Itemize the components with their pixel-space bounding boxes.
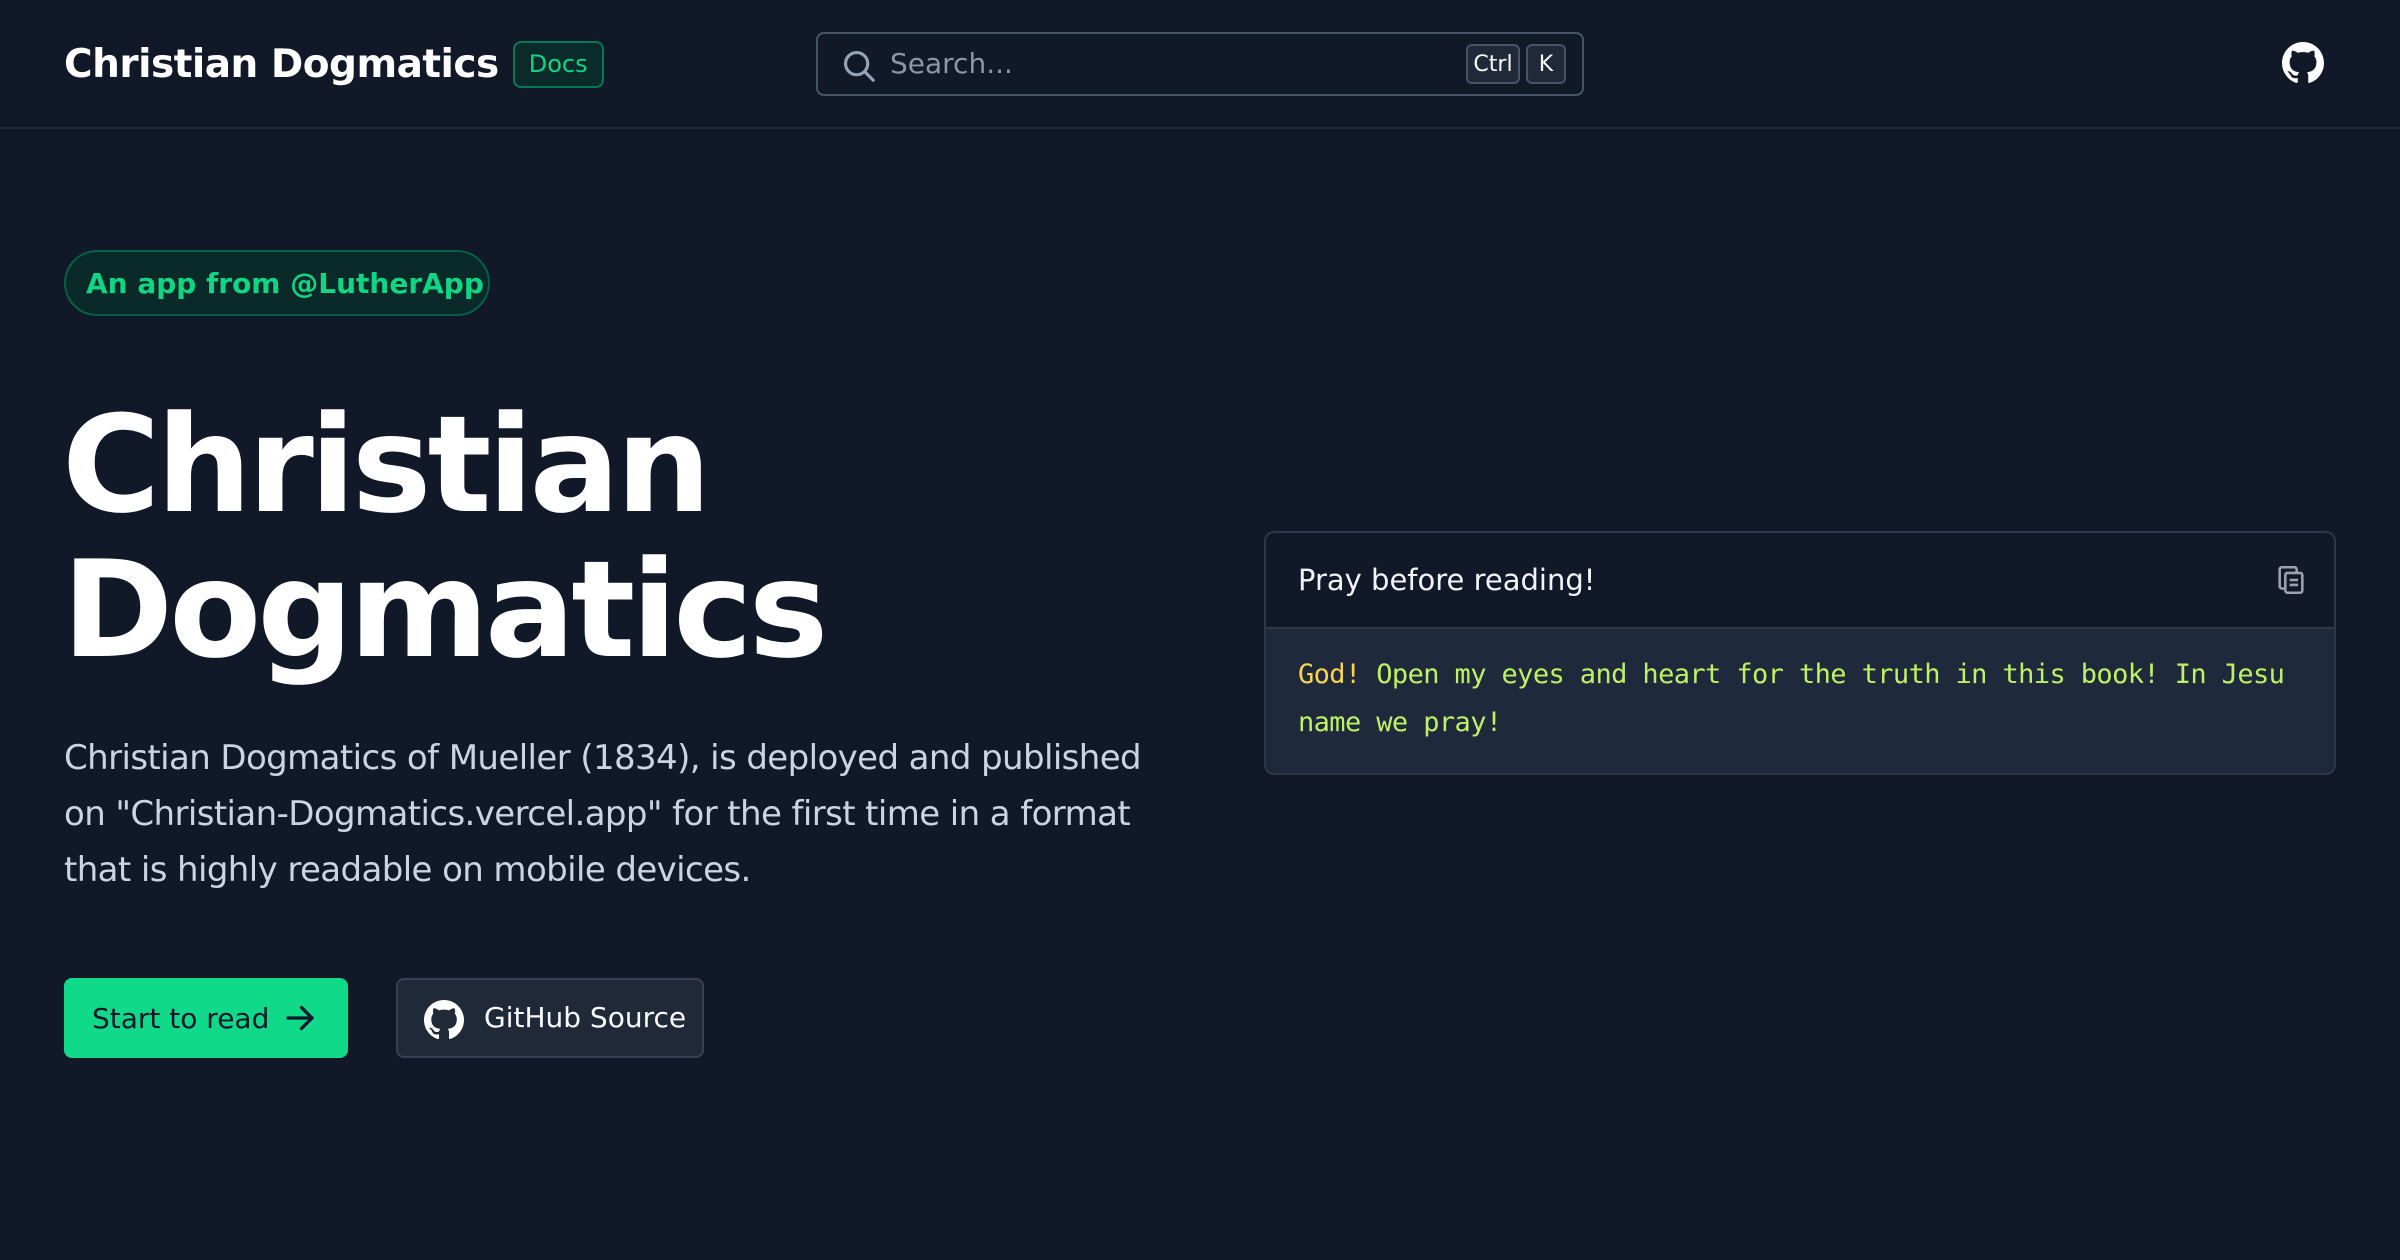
arrow-right-icon — [286, 1005, 314, 1031]
shortcut-ctrl-key: Ctrl — [1466, 44, 1520, 84]
copy-icon[interactable] — [2274, 563, 2308, 597]
prayer-code-block: Pray before reading! God! Open my eyes a… — [1264, 531, 2336, 775]
search-icon — [843, 50, 875, 82]
start-to-read-button[interactable]: Start to read — [64, 978, 348, 1058]
code-block-header: Pray before reading! — [1266, 533, 2334, 629]
code-keyword: God! — [1298, 659, 1361, 690]
hero-description: Christian Dogmatics of Mueller (1834), i… — [64, 738, 1142, 890]
brand[interactable]: Christian Dogmatics Docs — [64, 40, 604, 88]
page-title-line-1: Christian — [62, 387, 711, 543]
code-block-content: God! Open my eyes and heart for the trut… — [1266, 629, 2334, 773]
top-nav: Christian Dogmatics Docs Search... Ctrl … — [0, 0, 2400, 129]
github-source-label[interactable]: GitHub Source — [484, 980, 686, 1056]
lutherapp-link-label[interactable]: An app from @LutherApp — [86, 267, 484, 300]
shortcut-k-key: K — [1526, 44, 1566, 84]
start-to-read-label[interactable]: Start to read — [92, 1002, 269, 1035]
code-text: Open my eyes and heart for the truth in … — [1298, 659, 2300, 738]
search-placeholder[interactable]: Search... — [890, 34, 1013, 94]
code-block-title: Pray before reading! — [1298, 563, 1596, 597]
lutherapp-link[interactable]: An app from @LutherApp — [64, 250, 490, 316]
github-icon — [424, 1000, 464, 1040]
docs-badge: Docs — [512, 40, 604, 88]
github-icon[interactable] — [2282, 42, 2324, 84]
page-title: Christian Dogmatics — [62, 393, 1162, 683]
github-source-button[interactable]: GitHub Source — [396, 978, 704, 1058]
search-box[interactable]: Search... Ctrl K — [816, 32, 1584, 96]
page-title-line-2: Dogmatics — [62, 532, 828, 688]
site-title[interactable]: Christian Dogmatics — [64, 42, 499, 87]
